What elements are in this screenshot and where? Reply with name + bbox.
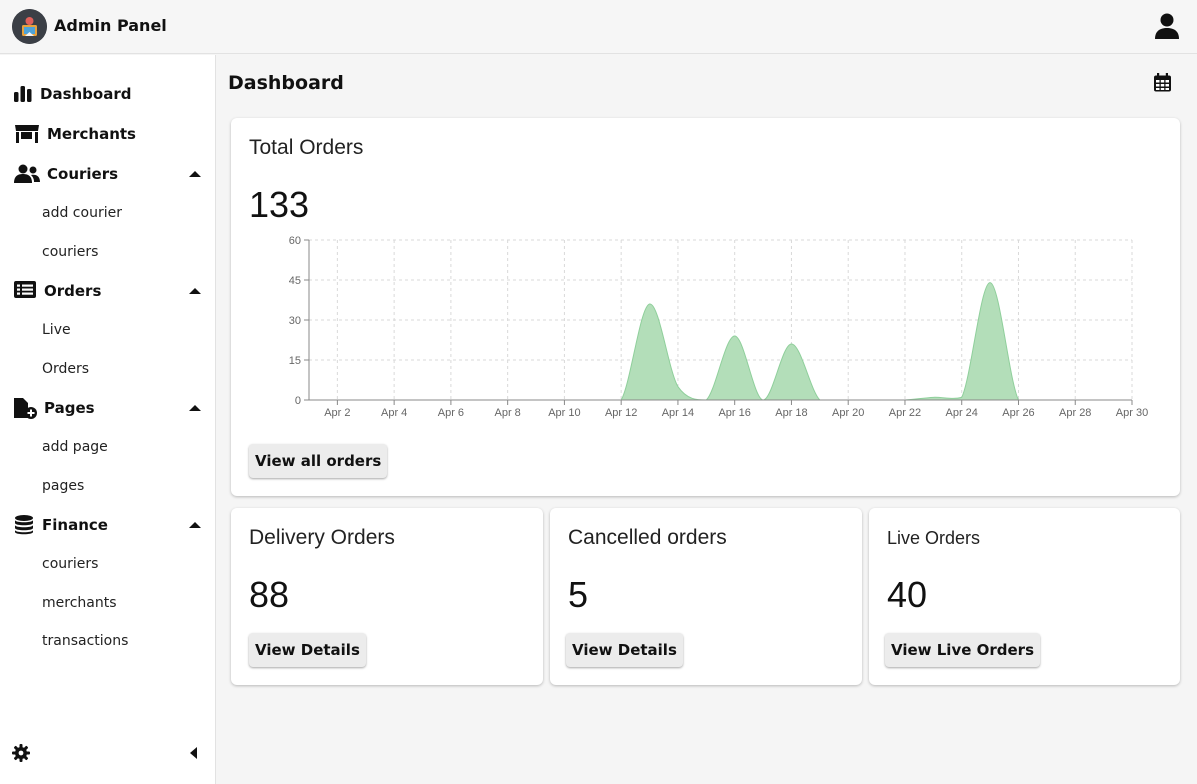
sidebar-label-orders: Orders [44, 282, 102, 300]
sidebar-subitem-finance-couriers[interactable]: couriers [42, 556, 98, 572]
chevron-up-icon[interactable] [189, 522, 201, 528]
x-tick-label: Apr 14 [662, 407, 694, 419]
cancelled-orders-title: Cancelled orders [568, 526, 727, 549]
chevron-up-icon[interactable] [189, 288, 201, 294]
total-orders-title: Total Orders [249, 136, 364, 159]
sidebar: Dashboard Merchants Couriers add courier [0, 55, 216, 784]
y-tick-label: 30 [289, 315, 301, 327]
x-tick-label: Apr 24 [946, 407, 978, 419]
cancelled-orders-value: 5 [568, 574, 589, 615]
sidebar-item-orders[interactable]: Orders [0, 275, 215, 307]
view-live-orders-button[interactable]: View Live Orders [885, 633, 1040, 667]
sidebar-subitem-add-courier[interactable]: add courier [42, 205, 122, 221]
calendar-icon[interactable] [1153, 73, 1172, 92]
users-icon [14, 164, 40, 184]
orders-area [309, 282, 1132, 401]
file-add-icon [14, 398, 37, 419]
x-tick-label: Apr 26 [1002, 407, 1034, 419]
live-orders-card: Live Orders 40 View Live Orders [869, 508, 1180, 685]
x-tick-label: Apr 30 [1116, 407, 1148, 419]
app-title: Admin Panel [54, 16, 167, 35]
sidebar-label-pages: Pages [44, 399, 95, 417]
sidebar-subitem-couriers[interactable]: couriers [42, 244, 98, 260]
chevron-up-icon[interactable] [189, 171, 201, 177]
live-orders-title: Live Orders [887, 528, 981, 548]
sidebar-subitem-orders[interactable]: Orders [42, 361, 89, 377]
app-logo[interactable] [12, 9, 47, 44]
store-icon [14, 124, 39, 144]
sidebar-subitem-live[interactable]: Live [42, 322, 71, 338]
sidebar-label-merchants: Merchants [47, 125, 136, 143]
y-tick-label: 45 [289, 275, 301, 287]
y-tick-label: 0 [295, 395, 301, 407]
y-tick-label: 60 [289, 235, 301, 247]
bar-chart-icon [14, 84, 36, 104]
coins-icon [14, 515, 36, 535]
delivery-view-details-button[interactable]: View Details [249, 633, 366, 667]
x-tick-label: Apr 2 [324, 407, 350, 419]
x-tick-label: Apr 4 [381, 407, 407, 419]
sidebar-subitem-transactions[interactable]: transactions [42, 633, 128, 649]
view-all-orders-button[interactable]: View all orders [249, 444, 388, 478]
sidebar-label-finance: Finance [42, 516, 108, 534]
x-tick-label: Apr 6 [438, 407, 464, 419]
sidebar-item-dashboard[interactable]: Dashboard [0, 78, 215, 110]
chevron-up-icon[interactable] [189, 405, 201, 411]
live-orders-value: 40 [887, 574, 928, 615]
delivery-orders-value: 88 [249, 574, 290, 615]
delivery-orders-title: Delivery Orders [249, 526, 395, 549]
gear-icon[interactable] [12, 744, 30, 762]
total-orders-value: 133 [249, 184, 310, 225]
x-tick-label: Apr 12 [605, 407, 637, 419]
x-tick-label: Apr 22 [889, 407, 921, 419]
sidebar-item-pages[interactable]: Pages [0, 392, 215, 424]
x-tick-label: Apr 10 [548, 407, 580, 419]
sidebar-item-merchants[interactable]: Merchants [0, 118, 215, 150]
x-tick-label: Apr 28 [1059, 407, 1091, 419]
sidebar-label-couriers: Couriers [47, 165, 119, 183]
cancelled-view-details-button[interactable]: View Details [566, 633, 683, 667]
list-icon [14, 281, 36, 301]
sidebar-item-couriers[interactable]: Couriers [0, 158, 215, 190]
sidebar-item-finance[interactable]: Finance [0, 509, 215, 541]
sidebar-subitem-pages[interactable]: pages [42, 478, 84, 494]
collapse-left-icon[interactable] [190, 747, 197, 759]
x-tick-label: Apr 18 [775, 407, 807, 419]
delivery-orders-card: Delivery Orders 88 View Details [231, 508, 543, 685]
sidebar-subitem-add-page[interactable]: add page [42, 439, 108, 455]
sidebar-label-dashboard: Dashboard [40, 85, 132, 103]
top-bar: Admin Panel [0, 0, 1197, 54]
orders-chart: 0 15 30 45 60 Apr 2 Apr 4 Apr 6 Apr 8 Apr 10 Apr 1… [289, 235, 1148, 419]
x-tick-label: Apr 20 [832, 407, 864, 419]
page-title: Dashboard [228, 72, 344, 94]
x-tick-label: Apr 8 [495, 407, 521, 419]
cancelled-orders-card: Cancelled orders 5 View Details [550, 508, 862, 685]
y-tick-label: 15 [289, 355, 301, 367]
x-tick-label: Apr 16 [718, 407, 750, 419]
user-icon[interactable] [1153, 12, 1181, 40]
sidebar-subitem-finance-merchants[interactable]: merchants [42, 595, 117, 611]
